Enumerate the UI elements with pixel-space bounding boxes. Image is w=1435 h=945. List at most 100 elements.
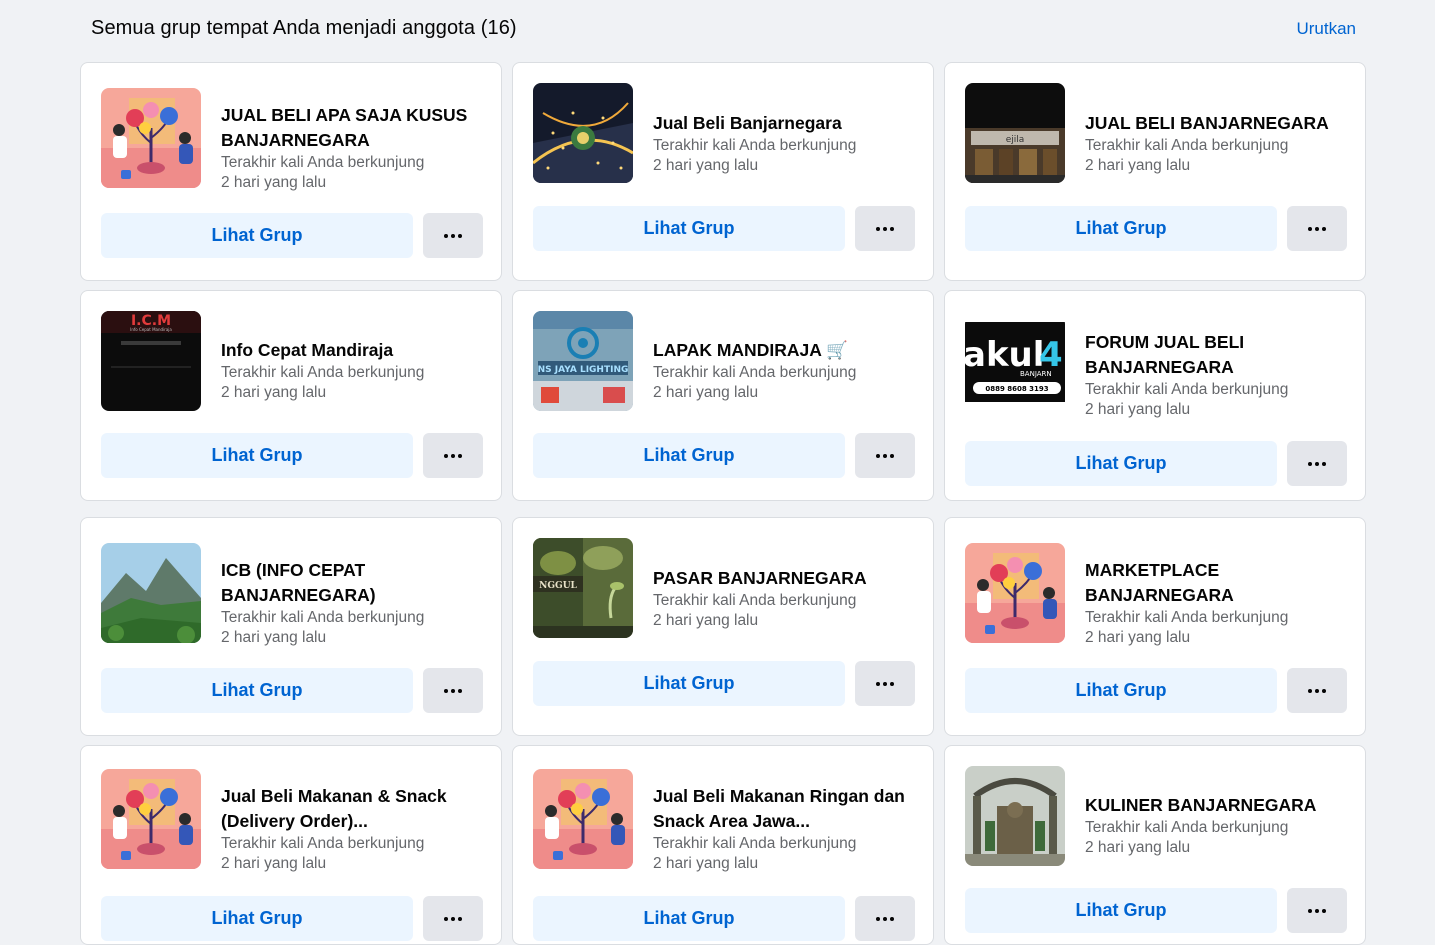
group-info: MARKETPLACE BANJARNEGARA Terakhir kali An… <box>1085 558 1353 648</box>
last-visit-time: 2 hari yang lalu <box>1085 401 1191 418</box>
svg-text:ejila: ejila <box>1006 135 1025 145</box>
last-visit-label: Terakhir kali Anda berkunjung <box>1085 819 1289 836</box>
group-card: Jual Beli Makanan & Snack (Delivery Orde… <box>80 745 502 945</box>
last-visit-time: 2 hari yang lalu <box>653 384 759 401</box>
last-visit-label: Terakhir kali Anda berkunjung <box>653 364 857 381</box>
group-info: Jual Beli Makanan Ringan dan Snack Area … <box>653 784 921 874</box>
view-group-button[interactable]: Lihat Grup <box>533 433 845 478</box>
group-card: Jual Beli Makanan Ringan dan Snack Area … <box>512 745 934 945</box>
view-group-button[interactable]: Lihat Grup <box>533 206 845 251</box>
group-card: NGGUL PASAR BANJARNEGARA Terakhir kali An… <box>512 517 934 736</box>
view-group-button[interactable]: Lihat Grup <box>965 668 1277 713</box>
group-name[interactable]: FORUM JUAL BELI BANJARNEGARA <box>1085 330 1353 380</box>
group-thumbnail[interactable] <box>533 769 633 869</box>
more-options-button[interactable] <box>423 213 483 258</box>
last-visit-label: Terakhir kali Anda berkunjung <box>221 154 425 171</box>
group-name[interactable]: JUAL BELI APA SAJA KUSUS BANJARNEGARA <box>221 103 489 153</box>
more-dots-icon <box>444 916 462 921</box>
last-visit-label: Terakhir kali Anda berkunjung <box>221 609 425 626</box>
group-name[interactable]: JUAL BELI BANJARNEGARA <box>1085 111 1353 136</box>
group-thumbnail[interactable] <box>965 543 1065 643</box>
view-group-button[interactable]: Lihat Grup <box>101 896 413 941</box>
more-dots-icon <box>444 453 462 458</box>
sort-link[interactable]: Urutkan <box>1296 19 1356 39</box>
group-info: JUAL BELI BANJARNEGARA Terakhir kali Anda… <box>1085 111 1353 176</box>
group-name[interactable]: ICB (INFO CEPAT BANJARNEGARA) <box>221 558 489 608</box>
last-visit-time: 2 hari yang lalu <box>1085 157 1191 174</box>
last-visit-time: 2 hari yang lalu <box>221 855 327 872</box>
svg-text:4: 4 <box>1039 335 1063 375</box>
more-options-button[interactable] <box>1287 441 1347 486</box>
last-visit-label: Terakhir kali Anda berkunjung <box>221 364 425 381</box>
group-thumbnail[interactable] <box>101 88 201 188</box>
more-options-button[interactable] <box>855 433 915 478</box>
group-thumbnail[interactable] <box>533 83 633 183</box>
group-info: Jual Beli Makanan & Snack (Delivery Orde… <box>221 784 489 874</box>
more-options-button[interactable] <box>423 896 483 941</box>
last-visit-time: 2 hari yang lalu <box>221 629 327 646</box>
group-thumbnail[interactable] <box>965 766 1065 866</box>
group-info: JUAL BELI APA SAJA KUSUS BANJARNEGARA Ter… <box>221 103 489 193</box>
view-group-button[interactable]: Lihat Grup <box>101 668 413 713</box>
group-name[interactable]: Jual Beli Makanan Ringan dan Snack Area … <box>653 784 921 834</box>
group-card: JUAL BELI APA SAJA KUSUS BANJARNEGARA Ter… <box>80 62 502 281</box>
group-name[interactable]: Jual Beli Makanan & Snack (Delivery Orde… <box>221 784 489 834</box>
group-name[interactable]: Info Cepat Mandiraja <box>221 338 489 363</box>
group-card: akul 4 BANJARN 0889 8608 3193 FORUM JUAL… <box>944 290 1366 501</box>
more-dots-icon <box>876 916 894 921</box>
last-visit-label: Terakhir kali Anda berkunjung <box>1085 381 1289 398</box>
view-group-button[interactable]: Lihat Grup <box>965 888 1277 933</box>
group-name[interactable]: PASAR BANJARNEGARA <box>653 566 921 591</box>
group-name[interactable]: Jual Beli Banjarnegara <box>653 111 921 136</box>
group-name[interactable]: KULINER BANJARNEGARA <box>1085 793 1353 818</box>
group-name[interactable]: MARKETPLACE BANJARNEGARA <box>1085 558 1353 608</box>
more-options-button[interactable] <box>855 896 915 941</box>
view-group-button[interactable]: Lihat Grup <box>101 433 413 478</box>
more-options-button[interactable] <box>423 433 483 478</box>
svg-text:NGGUL: NGGUL <box>539 581 577 591</box>
more-dots-icon <box>1308 226 1326 231</box>
group-info: KULINER BANJARNEGARA Terakhir kali Anda b… <box>1085 793 1353 858</box>
more-options-button[interactable] <box>855 661 915 706</box>
more-options-button[interactable] <box>1287 206 1347 251</box>
more-dots-icon <box>444 233 462 238</box>
group-thumbnail[interactable]: ejila <box>965 83 1065 183</box>
view-group-button[interactable]: Lihat Grup <box>101 213 413 258</box>
group-name[interactable]: LAPAK MANDIRAJA 🛒 <box>653 338 921 363</box>
more-dots-icon <box>1308 688 1326 693</box>
group-card: Jual Beli Banjarnegara Terakhir kali Anda… <box>512 62 934 281</box>
last-visit-time: 2 hari yang lalu <box>221 384 327 401</box>
group-card: NS JAYA LIGHTING LAPAK MANDIRAJA 🛒 Terakh… <box>512 290 934 501</box>
view-group-button[interactable]: Lihat Grup <box>533 661 845 706</box>
last-visit-label: Terakhir kali Anda berkunjung <box>653 137 857 154</box>
more-options-button[interactable] <box>855 206 915 251</box>
svg-text:akul: akul <box>965 335 1044 375</box>
more-dots-icon <box>876 453 894 458</box>
last-visit-label: Terakhir kali Anda berkunjung <box>653 835 857 852</box>
group-thumbnail[interactable] <box>101 769 201 869</box>
group-card: I.C.M Info Cepat Mandiraja Info Cepat Ma… <box>80 290 502 501</box>
last-visit-label: Terakhir kali Anda berkunjung <box>653 592 857 609</box>
more-options-button[interactable] <box>423 668 483 713</box>
svg-text:NS JAYA LIGHTING: NS JAYA LIGHTING <box>538 365 629 375</box>
last-visit-time: 2 hari yang lalu <box>653 612 759 629</box>
more-options-button[interactable] <box>1287 668 1347 713</box>
last-visit-label: Terakhir kali Anda berkunjung <box>1085 137 1289 154</box>
group-thumbnail[interactable] <box>101 543 201 643</box>
group-thumbnail[interactable]: NGGUL <box>533 538 633 638</box>
group-thumbnail[interactable]: NS JAYA LIGHTING <box>533 311 633 411</box>
view-group-button[interactable]: Lihat Grup <box>965 206 1277 251</box>
more-options-button[interactable] <box>1287 888 1347 933</box>
group-info: PASAR BANJARNEGARA Terakhir kali Anda ber… <box>653 566 921 631</box>
view-group-button[interactable]: Lihat Grup <box>965 441 1277 486</box>
group-thumbnail[interactable]: I.C.M Info Cepat Mandiraja <box>101 311 201 411</box>
view-group-button[interactable]: Lihat Grup <box>533 896 845 941</box>
group-info: LAPAK MANDIRAJA 🛒 Terakhir kali Anda berk… <box>653 338 921 403</box>
last-visit-time: 2 hari yang lalu <box>653 157 759 174</box>
last-visit-label: Terakhir kali Anda berkunjung <box>1085 609 1289 626</box>
group-card: ejila JUAL BELI BANJARNEGARA Terakhir kal… <box>944 62 1366 281</box>
more-dots-icon <box>1308 908 1326 913</box>
last-visit-time: 2 hari yang lalu <box>221 174 327 191</box>
group-thumbnail[interactable]: akul 4 BANJARN 0889 8608 3193 <box>965 316 1065 416</box>
page-header-title: Semua grup tempat Anda menjadi anggota (… <box>91 17 517 39</box>
